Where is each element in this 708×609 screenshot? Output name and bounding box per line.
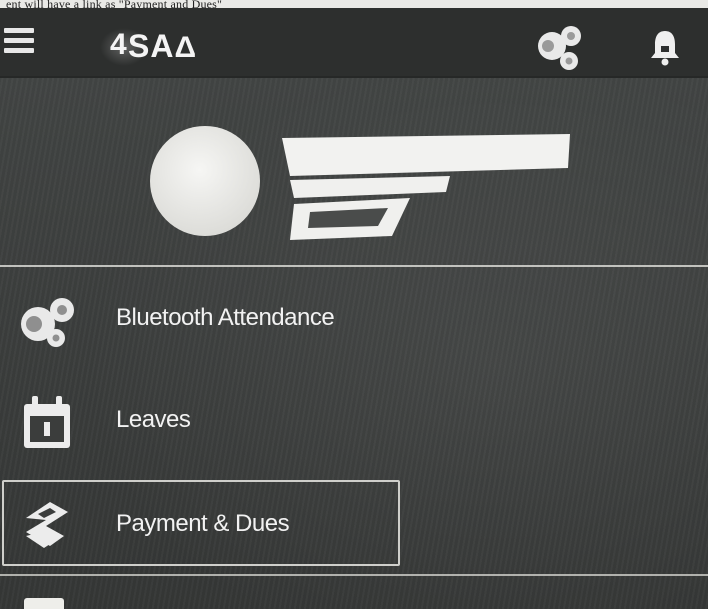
nav-label: Bluetooth Attendance xyxy=(116,304,335,331)
app-logo[interactable]: 4 SAΔ xyxy=(110,28,198,65)
logo-delta: Δ xyxy=(174,31,198,64)
logo-mark-prefix: 4 xyxy=(110,28,128,61)
logo-text: SA xyxy=(128,28,175,64)
app-bar: 4 SAΔ xyxy=(0,8,708,78)
nav-label: Payment & Dues xyxy=(116,510,290,537)
bluetooth-attendance-icon[interactable] xyxy=(534,24,584,72)
redacted-user-name xyxy=(282,134,570,240)
bell-icon[interactable] xyxy=(648,28,682,66)
avatar[interactable] xyxy=(150,126,260,236)
profile-header xyxy=(0,78,708,260)
calendar-icon xyxy=(16,394,78,450)
nav-item-bluetooth-attendance[interactable]: Bluetooth Attendance xyxy=(0,282,708,360)
section-divider xyxy=(0,265,708,267)
document-caption: ent will have a link as "Payment and Due… xyxy=(0,0,708,8)
menu-icon[interactable] xyxy=(4,22,36,62)
app-screen: ent will have a link as "Payment and Due… xyxy=(0,0,708,609)
section-divider xyxy=(0,574,708,576)
nav-item-leaves[interactable]: Leaves xyxy=(0,384,708,462)
nav-label: Leaves xyxy=(116,406,191,433)
nav-item-payment-dues[interactable]: Payment & Dues xyxy=(0,488,708,566)
next-item-icon xyxy=(24,598,64,609)
payment-icon xyxy=(16,498,78,554)
bluetooth-attendance-icon xyxy=(16,292,78,348)
